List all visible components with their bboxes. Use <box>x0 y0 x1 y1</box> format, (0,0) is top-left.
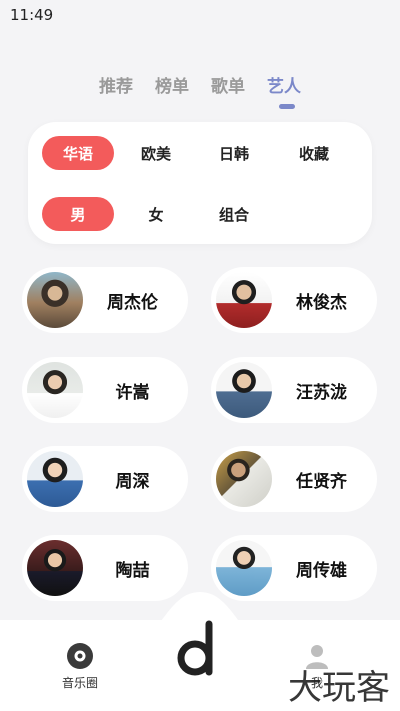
artist-card[interactable]: 许嵩 <box>22 357 188 423</box>
tab-charts[interactable]: 榜单 <box>155 72 189 97</box>
artist-name: 周深 <box>115 471 150 492</box>
artist-avatar <box>216 272 272 328</box>
artist-name: 汪苏泷 <box>296 382 347 403</box>
filter-region-jpkr[interactable]: 日韩 <box>198 136 270 170</box>
filter-gender-male[interactable]: 男 <box>42 197 114 231</box>
artist-name: 周杰伦 <box>107 292 158 313</box>
artist-card[interactable]: 周杰伦 <box>22 267 188 333</box>
artist-avatar <box>216 451 272 507</box>
tab-recommend[interactable]: 推荐 <box>99 72 133 97</box>
artist-avatar <box>27 540 83 596</box>
status-time: 11:49 <box>10 6 54 24</box>
artist-card[interactable]: 任贤齐 <box>211 446 377 512</box>
filter-gender-female[interactable]: 女 <box>120 197 192 231</box>
disc-icon <box>67 643 93 669</box>
artist-name: 许嵩 <box>115 382 150 403</box>
top-tabs: 推荐 榜单 歌单 艺人 <box>0 72 400 97</box>
artist-card[interactable]: 周深 <box>22 446 188 512</box>
artist-avatar <box>216 362 272 418</box>
tab-playlists[interactable]: 歌单 <box>211 72 245 97</box>
active-tab-indicator <box>279 104 295 109</box>
artist-card[interactable]: 林俊杰 <box>211 267 377 333</box>
filter-card: 华语 欧美 日韩 收藏 男 女 组合 <box>28 122 372 244</box>
tab-artists[interactable]: 艺人 <box>267 72 301 97</box>
artist-name: 林俊杰 <box>296 292 347 313</box>
filter-region-western[interactable]: 欧美 <box>120 136 192 170</box>
filter-favorites[interactable]: 收藏 <box>278 136 350 170</box>
filter-group[interactable]: 组合 <box>198 197 270 231</box>
artist-name: 陶喆 <box>115 560 150 581</box>
filter-region-chinese[interactable]: 华语 <box>42 136 114 170</box>
center-logo-icon[interactable] <box>175 620 225 678</box>
artist-avatar <box>27 362 83 418</box>
artist-name: 周传雄 <box>296 560 347 581</box>
artist-avatar <box>27 272 83 328</box>
artist-card[interactable]: 汪苏泷 <box>211 357 377 423</box>
nav-music-circle[interactable]: 音乐圈 <box>62 642 98 691</box>
watermark: 大玩客 <box>288 668 390 708</box>
nav-music-circle-label: 音乐圈 <box>62 676 99 690</box>
artist-name: 任贤齐 <box>296 471 347 492</box>
artist-avatar <box>27 451 83 507</box>
